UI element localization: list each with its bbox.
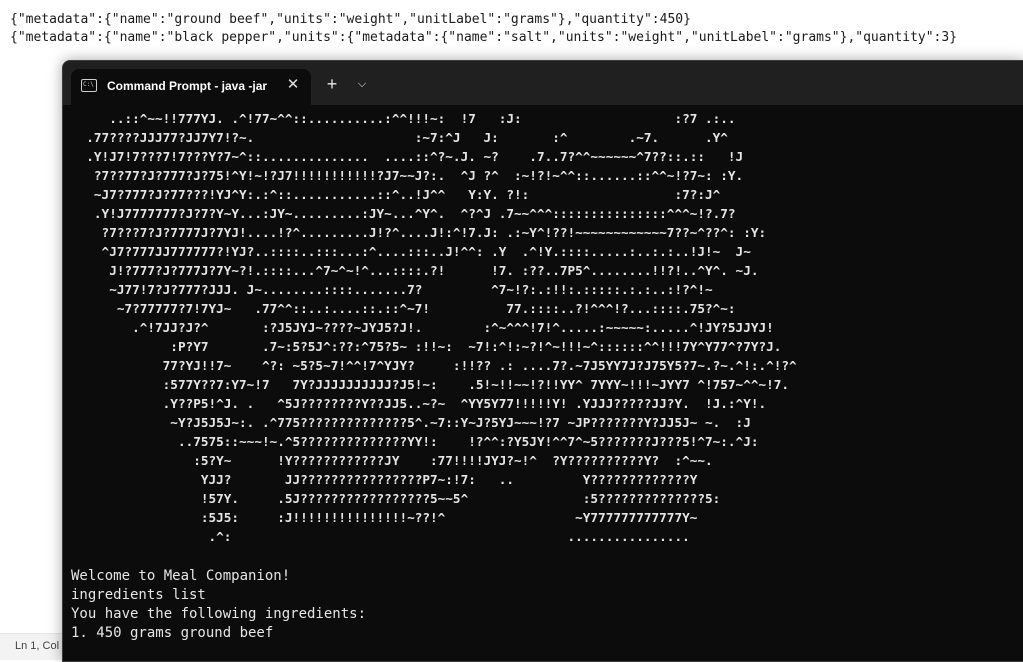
terminal-icon: C:\ bbox=[81, 79, 97, 92]
chevron-down-icon[interactable]: ⌵ bbox=[353, 73, 371, 95]
new-tab-button[interactable]: + bbox=[321, 73, 343, 95]
terminal-output[interactable]: ..::^~~!!777YJ. .^!77~^^::..........:^^!… bbox=[63, 105, 1023, 661]
ingredient-item: 1. 450 grams ground beef bbox=[71, 625, 274, 641]
ascii-art-banner: ..::^~~!!777YJ. .^!77~^^::..........:^^!… bbox=[86, 111, 797, 544]
editor-line-2: {"metadata":{"name":"black pepper","unit… bbox=[10, 30, 958, 45]
title-bar[interactable]: C:\ Command Prompt - java -jar ✕ + ⌵ bbox=[63, 61, 1023, 105]
terminal-window[interactable]: C:\ Command Prompt - java -jar ✕ + ⌵ ..:… bbox=[62, 60, 1023, 662]
editor-line-1: {"metadata":{"name":"ground beef","units… bbox=[10, 12, 691, 27]
tab-title: Command Prompt - java -jar bbox=[107, 79, 268, 93]
command-echo: ingredients list bbox=[71, 587, 206, 603]
cursor-position: Ln 1, Col bbox=[15, 640, 60, 652]
ingredients-header: You have the following ingredients: bbox=[71, 606, 367, 622]
tab-command-prompt[interactable]: C:\ Command Prompt - java -jar ✕ bbox=[71, 69, 311, 105]
editor-status-bar: Ln 1, Col bbox=[0, 633, 62, 660]
close-icon[interactable]: ✕ bbox=[283, 75, 303, 95]
welcome-message: Welcome to Meal Companion! bbox=[71, 568, 291, 584]
